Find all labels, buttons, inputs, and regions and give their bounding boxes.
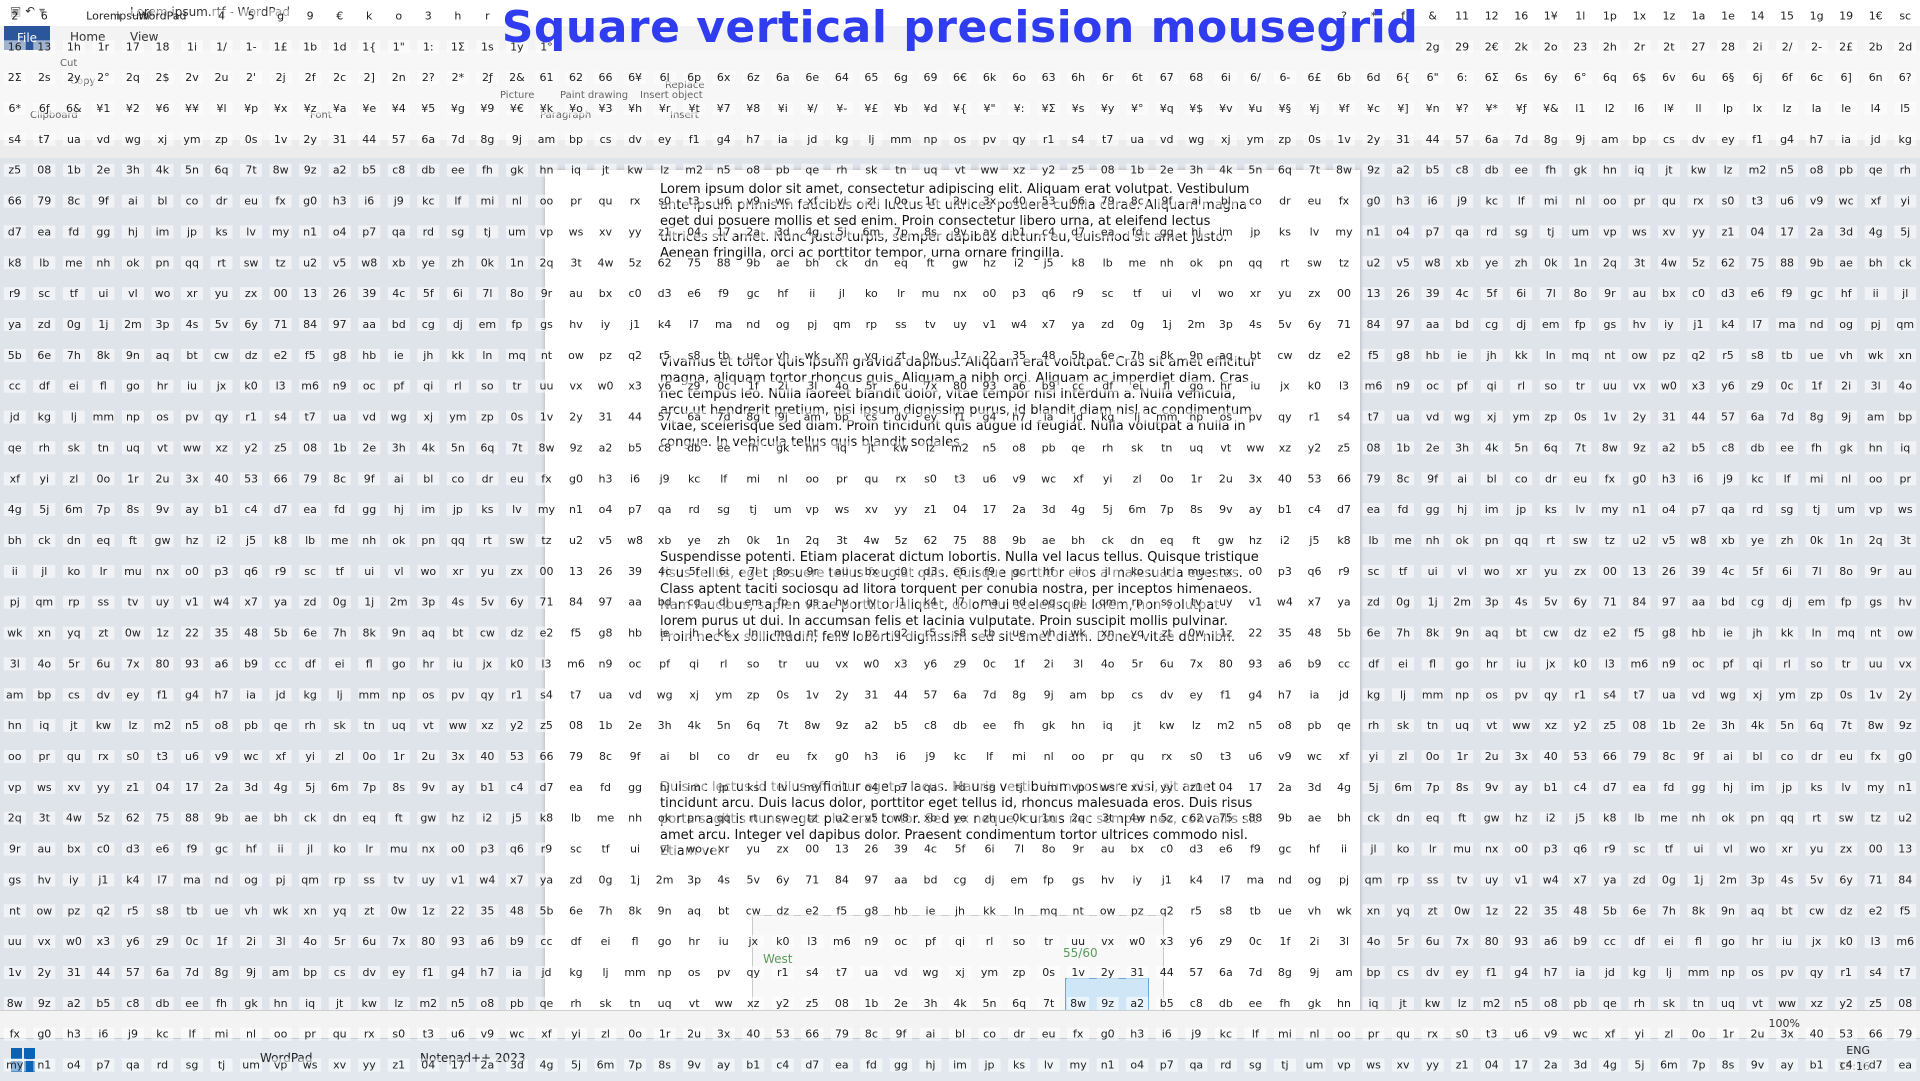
taskbar: WordPad Notepad++ 2023 ENG 15:16 [0, 1038, 1920, 1081]
document-page[interactable]: Lorem ipsum dolor sit amet, consectetur … [545, 170, 1360, 1030]
title-bar: ▣ ↶ ▾ Lorem ipsum.rtf - WordPad [0, 0, 1920, 27]
ribbon-group-clipboard: Clipboard [30, 110, 78, 121]
ribbon-group-paragraph: Paragraph [540, 110, 592, 121]
ribbon-group-insert: Insert [670, 110, 699, 121]
paint-drawing-button[interactable]: Paint drawing [560, 90, 628, 101]
ruler[interactable] [0, 140, 1920, 159]
ribbon: Clipboard Font Paragraph Picture Paint d… [0, 50, 1920, 141]
taskbar-item-notepad[interactable]: Notepad++ 2023 [420, 1051, 525, 1065]
ribbon-tabs: File Home View [0, 26, 1920, 50]
replace-button[interactable]: Replace [665, 80, 705, 91]
popup-label: West [763, 952, 793, 966]
status-bar: 100% [0, 1010, 1920, 1039]
popup-value: 55/60 [1063, 946, 1098, 960]
taskbar-item-wordpad[interactable]: WordPad [260, 1051, 313, 1065]
paragraph[interactable]: Lorem ipsum dolor sit amet, consectetur … [660, 182, 1260, 262]
windows-start-icon[interactable] [10, 1047, 36, 1073]
cut-button[interactable]: Cut [60, 58, 77, 69]
quick-access-toolbar[interactable]: ▣ ↶ ▾ [10, 4, 45, 18]
language-indicator: ENG [1846, 1044, 1870, 1057]
ribbon-group-font: Font [310, 110, 332, 121]
picture-button[interactable]: Picture [500, 90, 534, 101]
tab-view[interactable]: View [130, 30, 158, 44]
paragraph[interactable]: Duis ac lectus id tellus efficitur eget … [660, 780, 1260, 860]
copy-button[interactable]: Copy [70, 76, 95, 87]
insert-object-button[interactable]: Insert object [640, 90, 703, 101]
taskbar-clock[interactable]: ENG 15:16 [1838, 1043, 1870, 1075]
paragraph[interactable]: Vivamus et tortor quis ipsum gravida dap… [660, 355, 1260, 451]
paragraph[interactable]: Suspendisse potenti. Etiam placerat dict… [660, 550, 1260, 646]
clock-time: 15:16 [1838, 1060, 1870, 1073]
tab-file[interactable]: File [4, 26, 50, 50]
wordpad-window: ▣ ↶ ▾ Lorem ipsum.rtf - WordPad File Hom… [0, 0, 1920, 1081]
window-title: Lorem ipsum.rtf - WordPad [130, 5, 291, 19]
zoom-level: 100% [1768, 1017, 1800, 1030]
tab-home[interactable]: Home [70, 30, 105, 44]
